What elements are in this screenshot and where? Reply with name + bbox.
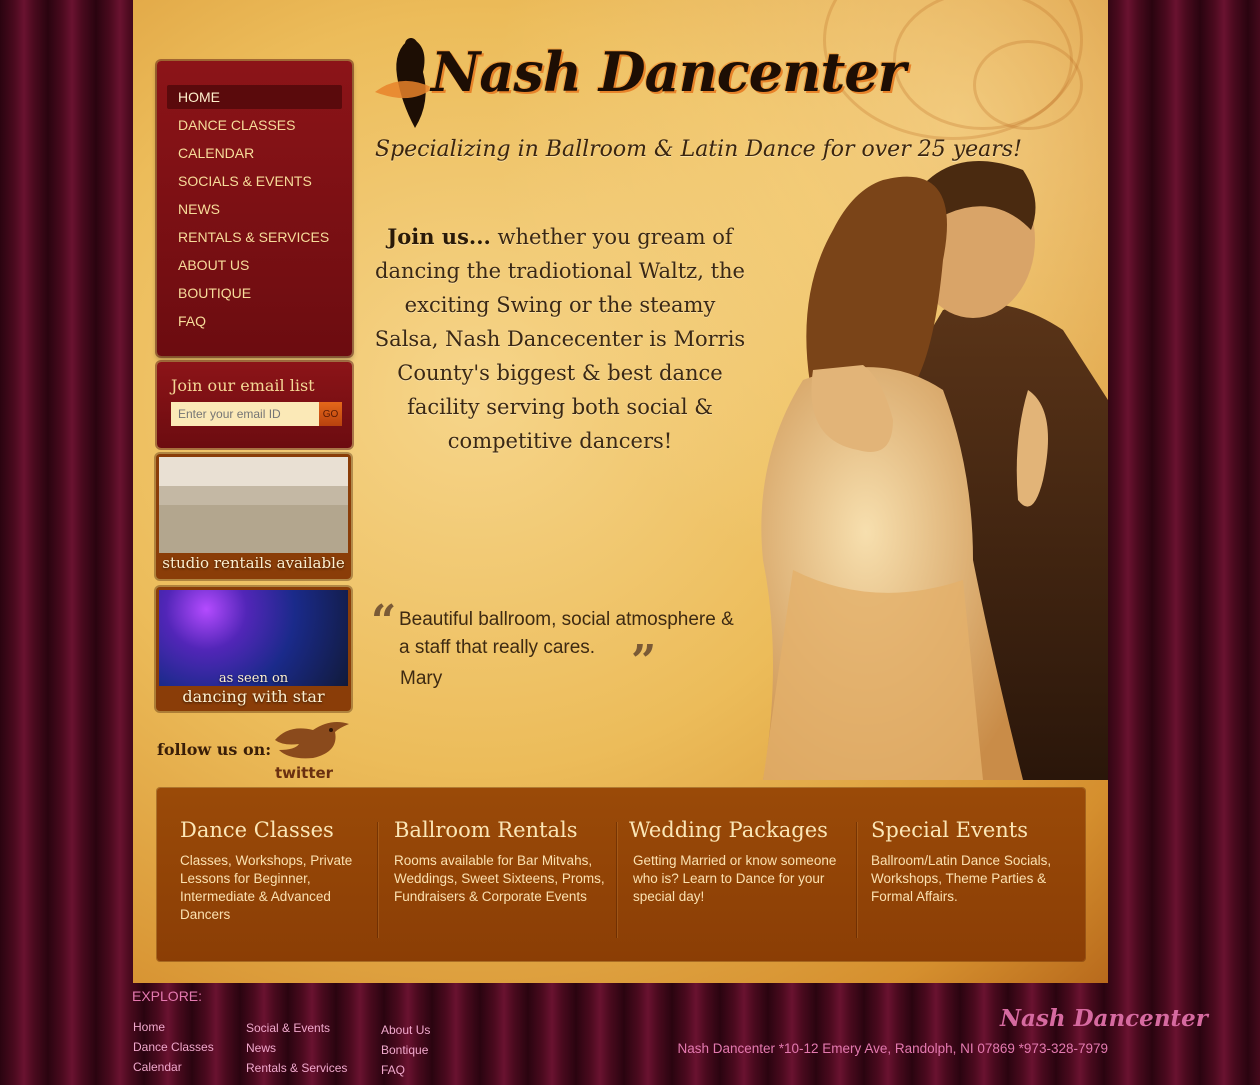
nav-item-about-us[interactable]: ABOUT US <box>167 253 342 277</box>
testimonial-text: Beautiful ballroom, social atmosphere & … <box>399 609 734 658</box>
footer-link-boutique[interactable]: Bontique <box>381 1040 430 1060</box>
email-signup-title: Join our email list <box>171 376 315 395</box>
email-signup-box: Join our email list GO <box>157 362 352 448</box>
footer-link-dance-classes[interactable]: Dance Classes <box>133 1037 214 1057</box>
footer-links-column: About Us Bontique FAQ <box>381 1020 430 1080</box>
quote-close-icon: ” <box>631 636 657 687</box>
nav-item-faq[interactable]: FAQ <box>167 309 342 333</box>
feature-title: Dance Classes <box>180 818 334 842</box>
site-logo-text[interactable]: Nash Dancenter <box>431 40 906 104</box>
intro-lead: Join us... <box>387 224 491 249</box>
nav-item-socials-events[interactable]: SOCIALS & EVENTS <box>167 169 342 193</box>
footer-links-column: Social & Events News Rentals & Services <box>246 1018 347 1078</box>
footer-explore-label: EXPLORE: <box>132 988 203 1004</box>
feature-divider <box>377 822 378 938</box>
footer-links-column: Home Dance Classes Calendar <box>133 1017 214 1077</box>
feature-title: Wedding Packages <box>629 818 828 842</box>
feature-wedding-packages[interactable]: Wedding Packages Getting Married or know… <box>629 818 847 906</box>
feature-divider <box>856 822 857 938</box>
feature-description: Ballroom/Latin Dance Socials, Workshops,… <box>871 853 1052 904</box>
footer-link-home[interactable]: Home <box>133 1017 214 1037</box>
as-seen-on-label: as seen on <box>218 671 289 686</box>
site-tagline: Specializing in Ballroom & Latin Dance f… <box>375 137 1022 162</box>
email-go-button[interactable]: GO <box>319 402 342 426</box>
footer-address: Nash Dancenter *10-12 Emery Ave, Randolp… <box>677 1041 1108 1056</box>
dancing-with-star-label: dancing with star <box>182 687 325 706</box>
nav-item-boutique[interactable]: BOUTIQUE <box>167 281 342 305</box>
nav-item-dance-classes[interactable]: DANCE CLASSES <box>167 113 342 137</box>
feature-divider <box>616 822 617 938</box>
follow-us-label: follow us on: <box>157 740 272 759</box>
footer-link-rentals-services[interactable]: Rentals & Services <box>246 1058 347 1078</box>
feature-ballroom-rentals[interactable]: Ballroom Rentals Rooms available for Bar… <box>394 818 609 906</box>
main-navigation: HOME DANCE CLASSES CALENDAR SOCIALS & EV… <box>157 61 352 356</box>
footer-link-about-us[interactable]: About Us <box>381 1020 430 1040</box>
feature-title: Special Events <box>871 818 1029 842</box>
email-signup-row: GO <box>171 402 342 426</box>
twitter-link[interactable]: twitter <box>275 764 333 782</box>
studio-rentals-promo[interactable]: studio rentails available <box>156 454 351 579</box>
feature-description: Getting Married or know someone who is? … <box>633 853 837 904</box>
twitter-bird-icon[interactable] <box>269 716 353 762</box>
features-band: Dance Classes Classes, Workshops, Privat… <box>157 788 1085 961</box>
email-input[interactable] <box>171 402 319 426</box>
nav-item-news[interactable]: NEWS <box>167 197 342 221</box>
footer-link-calendar[interactable]: Calendar <box>133 1057 214 1077</box>
footer-link-faq[interactable]: FAQ <box>381 1060 430 1080</box>
quote-open-icon: “ <box>371 596 397 647</box>
nav-item-calendar[interactable]: CALENDAR <box>167 141 342 165</box>
feature-special-events[interactable]: Special Events Ballroom/Latin Dance Soci… <box>871 818 1071 906</box>
feature-title: Ballroom Rentals <box>394 818 578 842</box>
decorative-swirl <box>973 40 1083 130</box>
main-content-area: Nash Dancenter Specializing in Ballroom … <box>133 0 1108 983</box>
dancing-with-star-promo[interactable]: as seen on dancing with star <box>156 587 351 711</box>
intro-text: whether you gream of dancing the tradiot… <box>374 225 746 453</box>
intro-paragraph: Join us... whether you gream of dancing … <box>370 220 750 458</box>
footer-link-social-events[interactable]: Social & Events <box>246 1018 347 1038</box>
testimonial-author: Mary <box>400 668 443 689</box>
feature-description: Classes, Workshops, Private Lessons for … <box>180 853 353 922</box>
studio-rentals-label: studio rentails available <box>162 554 345 572</box>
feature-dance-classes[interactable]: Dance Classes Classes, Workshops, Privat… <box>180 818 365 924</box>
footer-link-news[interactable]: News <box>246 1038 347 1058</box>
nav-item-home[interactable]: HOME <box>167 85 342 109</box>
studio-rentals-image <box>159 457 348 553</box>
nav-item-rentals-services[interactable]: RENTALS & SERVICES <box>167 225 342 249</box>
footer-logo[interactable]: Nash Dancenter <box>1000 1005 1208 1032</box>
feature-description: Rooms available for Bar Mitvahs, Wedding… <box>394 853 605 904</box>
